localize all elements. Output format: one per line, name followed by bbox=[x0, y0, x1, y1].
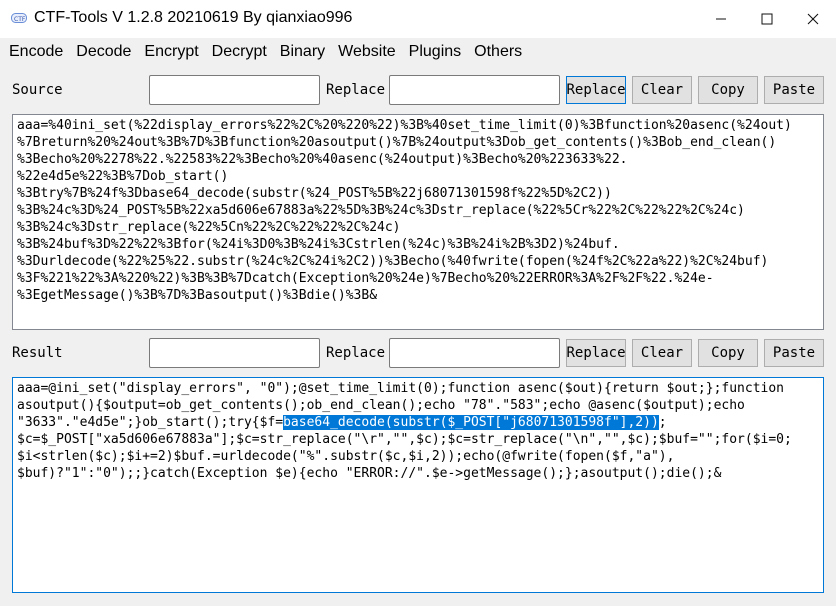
source-copy-button[interactable]: Copy bbox=[698, 76, 758, 104]
source-line: %3B%24c%3Dstr_replace(%22%5Cn%22%2C%22%2… bbox=[17, 220, 401, 235]
result-line: aaa=@ini_set("display_errors", "0");@set… bbox=[17, 381, 785, 396]
result-clear-button[interactable]: Clear bbox=[632, 339, 692, 367]
source-line: %3Btry%7B%24f%3Dbase64_decode(substr(%24… bbox=[17, 186, 612, 201]
source-replace-input[interactable] bbox=[389, 75, 560, 105]
source-paste-button[interactable]: Paste bbox=[764, 76, 824, 104]
source-line: %22e4d5e%22%3B%7Dob_start() bbox=[17, 169, 229, 184]
result-label: Result bbox=[12, 345, 63, 361]
result-line-text: ; bbox=[658, 415, 667, 430]
result-replace-label: Replace bbox=[326, 345, 386, 361]
menu-bar: Encode Decode Encrypt Decrypt Binary Web… bbox=[0, 38, 836, 66]
window-title: CTF-Tools V 1.2.8 20210619 By qianxiao99… bbox=[34, 9, 353, 26]
source-line: %3B%24buf%3D%22%22%3Bfor(%24i%3D0%3B%24i… bbox=[17, 237, 620, 252]
menu-binary[interactable]: Binary bbox=[274, 39, 331, 65]
source-line: %3Becho%20%2278%22.%22583%22%3Becho%20%4… bbox=[17, 152, 628, 167]
menu-website[interactable]: Website bbox=[332, 39, 402, 65]
result-copy-button[interactable]: Copy bbox=[698, 339, 758, 367]
close-icon[interactable] bbox=[790, 0, 836, 38]
app-logo-icon: CTF bbox=[11, 13, 27, 23]
result-line: asoutput(){$output=ob_get_contents();ob_… bbox=[17, 398, 745, 413]
source-replace-button[interactable]: Replace bbox=[566, 76, 626, 104]
result-line: $buf)?"1":"0");;}catch(Exception $e){ech… bbox=[17, 466, 722, 481]
source-line: %3F%221%22%3A%220%22)%3B%3B%7Dcatch(Exce… bbox=[17, 271, 714, 286]
source-replace-label: Replace bbox=[326, 82, 386, 98]
svg-text:CTF: CTF bbox=[14, 16, 26, 23]
result-line: $i<strlen($c);$i+=2)$buf.=urldecode("%".… bbox=[17, 449, 675, 464]
source-line: %7Breturn%20%24out%3B%7D%3Bfunction%20as… bbox=[17, 135, 777, 150]
result-replace-input[interactable] bbox=[389, 338, 560, 368]
title-bar: CTF CTF-Tools V 1.2.8 20210619 By qianxi… bbox=[0, 0, 836, 38]
result-replace-button[interactable]: Replace bbox=[566, 339, 626, 367]
menu-encode[interactable]: Encode bbox=[3, 39, 69, 65]
source-find-input[interactable] bbox=[149, 75, 320, 105]
minimize-icon[interactable] bbox=[698, 0, 744, 38]
menu-encrypt[interactable]: Encrypt bbox=[138, 39, 204, 65]
source-clear-button[interactable]: Clear bbox=[632, 76, 692, 104]
result-textarea[interactable]: aaa=@ini_set("display_errors", "0");@set… bbox=[12, 377, 824, 593]
source-line: %3EgetMessage()%3B%7D%3Basoutput()%3Bdie… bbox=[17, 288, 378, 303]
result-find-input[interactable] bbox=[149, 338, 320, 368]
source-line: %3Durldecode(%22%25%22.substr(%24c%2C%24… bbox=[17, 254, 769, 269]
maximize-icon[interactable] bbox=[744, 0, 790, 38]
menu-decrypt[interactable]: Decrypt bbox=[206, 39, 273, 65]
menu-plugins[interactable]: Plugins bbox=[403, 39, 467, 65]
selected-text[interactable]: base64_decode(substr($_POST["j6807130159… bbox=[283, 415, 659, 430]
source-line: aaa=%40ini_set(%22display_errors%22%2C%2… bbox=[17, 118, 792, 133]
source-line: %3B%24c%3D%24_POST%5B%22xa5d606e67883a%2… bbox=[17, 203, 745, 218]
result-line: $c=$_POST["xa5d606e67883a"];$c=str_repla… bbox=[17, 432, 792, 447]
menu-decode[interactable]: Decode bbox=[70, 39, 137, 65]
result-line-text: "3633"."e4d5e";}ob_start();try{$f= bbox=[17, 415, 284, 430]
result-line: "3633"."e4d5e";}ob_start();try{$f=base64… bbox=[17, 414, 819, 431]
menu-others[interactable]: Others bbox=[468, 39, 528, 65]
result-paste-button[interactable]: Paste bbox=[764, 339, 824, 367]
source-textarea[interactable]: aaa=%40ini_set(%22display_errors%22%2C%2… bbox=[12, 114, 824, 330]
app-window: CTF CTF-Tools V 1.2.8 20210619 By qianxi… bbox=[0, 0, 836, 606]
source-label: Source bbox=[12, 82, 63, 98]
